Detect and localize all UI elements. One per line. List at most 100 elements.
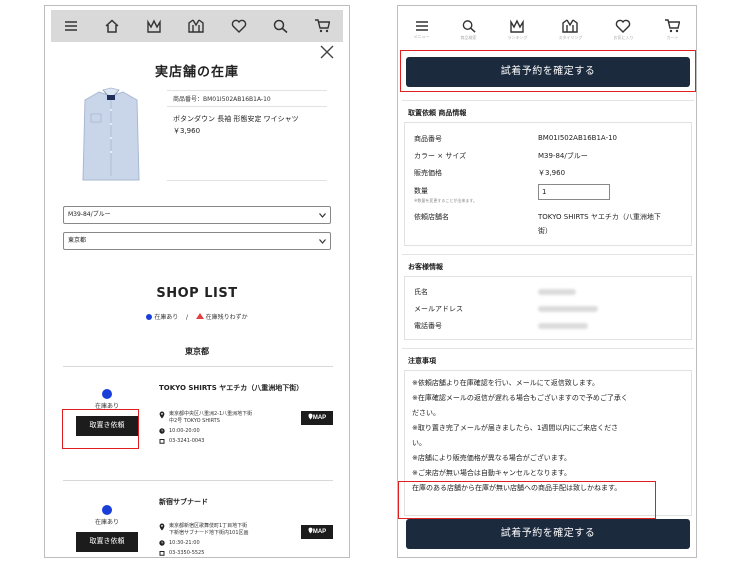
field-label: 商品番号	[414, 135, 442, 143]
store-stock-screen: 実店舗の在庫 商品番号：BM01I502AB16B1A-10 ボタンダウン 長袖…	[44, 5, 350, 558]
shop-hours: 10:00-20:00	[169, 428, 200, 434]
shop-status: 在庫あり 取置き依頼	[63, 389, 151, 436]
page-title: 実店舗の在庫	[154, 65, 239, 80]
field-label: 依頼店舗名	[414, 213, 449, 221]
top-nav	[51, 10, 343, 42]
home-icon[interactable]	[104, 19, 120, 33]
note-line: ※店舗により販売価格が異なる場合がございます。	[412, 454, 572, 462]
in-stock-dot-icon	[102, 505, 112, 515]
notes-list: ※依頼店舗より在庫確認を行い、メールにて返信致します。 ※在庫確認メールの返信が…	[412, 376, 688, 496]
search-icon[interactable]	[273, 19, 288, 33]
shop-address-line: 東京都新宿区歌舞伎町1丁目地下街	[169, 523, 248, 529]
in-stock-dot-icon	[146, 314, 153, 320]
color-size-select[interactable]: M39-84/ブルー	[63, 206, 331, 224]
chevron-down-icon	[319, 213, 326, 218]
nav-search[interactable]: 商品検索	[461, 19, 477, 41]
nav-favorites[interactable]: お気に入り	[613, 19, 633, 41]
field-value: TOKYO SHIRTS ヤエチカ（八重洲地下	[538, 213, 661, 221]
note-line: ださい。	[412, 409, 440, 417]
few-left-triangle-icon	[195, 313, 204, 319]
status-text: 在庫あり	[94, 519, 119, 526]
shop-name: TOKYO SHIRTS ヤエチカ（八重洲地下街）	[159, 384, 304, 392]
note-line: い。	[412, 439, 426, 447]
shop-info: 東京都中央区八重洲2-1八重洲地下街 中2号 TOKYO SHIRTS 10:00…	[159, 411, 252, 448]
phone-icon	[159, 439, 165, 444]
confirm-reservation-button[interactable]: 試着予約を確定する	[406, 57, 690, 87]
nav-styling[interactable]: スタイリング	[558, 19, 582, 41]
note-line: ※在庫確認メールの返信が遅れる場合もございますので予めご了承く	[412, 394, 628, 402]
note-line: ※依頼店舗より在庫確認を行い、メールにて返信致します。	[412, 379, 600, 387]
hold-request-button[interactable]: 取置き依頼	[76, 532, 138, 552]
field-value: 街）	[538, 227, 552, 235]
clock-icon	[159, 428, 165, 434]
map-button[interactable]: MAP	[301, 411, 333, 425]
confirm-reservation-button[interactable]: 試着予約を確定する	[406, 519, 690, 549]
shop-list-title: SHOP LIST	[156, 286, 238, 301]
note-line: ※ご来店が無い場合は自動キャンセルとなります。	[412, 469, 571, 477]
nav-caption: カート	[666, 35, 679, 40]
redacted-value	[538, 289, 576, 295]
menu-icon	[415, 21, 428, 31]
shop-row: 在庫あり 取置き依頼 TOKYO SHIRTS ヤエチカ（八重洲地下街） 東京都…	[63, 366, 333, 478]
nav-caption: 商品検索	[460, 35, 477, 40]
field-label: 氏名	[414, 288, 428, 296]
product-price: ￥3,960	[173, 127, 201, 135]
quantity-label: 数量	[414, 187, 428, 195]
product-name: ボタンダウン 長袖 形態安定 ワイシャツ	[173, 115, 299, 123]
field-value: ￥3,960	[538, 169, 566, 177]
section-title: 注意事項	[408, 357, 436, 365]
field-label: 販売価格	[414, 169, 442, 177]
divider	[402, 100, 694, 101]
shop-phone: 03-3241-0043	[169, 438, 205, 444]
crown-icon[interactable]	[146, 19, 162, 33]
nav-caption: ランキング	[507, 35, 528, 40]
shop-status: 在庫あり 取置き依頼	[63, 505, 151, 552]
nav-caption: スタイリング	[558, 35, 583, 40]
divider	[167, 180, 327, 181]
field-value: BM01I502AB16B1A-10	[538, 134, 617, 142]
quantity-input[interactable]: 1	[538, 184, 610, 200]
section-title: お客様情報	[408, 263, 443, 271]
close-icon[interactable]	[319, 44, 335, 60]
nav-cart[interactable]: カート	[664, 19, 681, 41]
region-select[interactable]: 東京都	[63, 232, 331, 250]
heart-icon	[616, 19, 631, 33]
cart-icon[interactable]	[314, 19, 330, 33]
product-code: 商品番号：BM01I502AB16B1A-10	[173, 96, 271, 103]
product-image	[81, 86, 141, 184]
quantity-note: ※数量を変更することが出来ます。	[414, 198, 477, 203]
menu-icon[interactable]	[64, 20, 78, 32]
shop-hours: 10:30-21:00	[169, 540, 200, 546]
select-value: M39-84/ブルー	[68, 211, 111, 218]
note-line: ※取り置き完了メールが届きましたら、1週間以内にご来店くださ	[412, 424, 619, 432]
field-label: 電話番号	[414, 322, 442, 330]
legend-in-stock: 在庫あり	[154, 314, 179, 321]
shop-name: 新宿サブナード	[159, 498, 208, 506]
redacted-value	[538, 306, 598, 312]
crown-icon	[510, 19, 525, 33]
field-value: M39-84/ブルー	[538, 152, 588, 160]
field-label: メールアドレス	[414, 305, 463, 313]
divider	[402, 348, 694, 349]
hold-request-button[interactable]: 取置き依頼	[76, 416, 138, 436]
jacket-icon	[562, 19, 579, 33]
stock-legend: 在庫あり / 在庫残りわずか	[45, 312, 349, 321]
top-nav: メニュー 商品検索 ランキング スタイリング お気に入り カート	[398, 6, 696, 50]
search-icon	[462, 20, 476, 33]
map-button[interactable]: MAP	[301, 525, 333, 539]
shop-phone: 03-3350-5525	[169, 550, 205, 556]
redacted-value	[538, 323, 588, 329]
map-label: MAP	[312, 529, 327, 535]
nav-ranking[interactable]: ランキング	[507, 19, 528, 41]
shop-info: 東京都新宿区歌舞伎町1丁目地下街 下新宿サブナード地下街内101区画 10:30-…	[159, 523, 249, 557]
nav-caption: お気に入り	[613, 35, 634, 40]
heart-icon[interactable]	[231, 19, 247, 33]
nav-menu[interactable]: メニュー	[414, 20, 430, 40]
legend-separator: /	[185, 314, 189, 321]
reservation-confirm-screen: メニュー 商品検索 ランキング スタイリング お気に入り カート 試着予約を確定…	[397, 5, 697, 558]
shop-address-line: 東京都中央区八重洲2-1八重洲地下街	[169, 411, 253, 417]
shop-row: 在庫あり 取置き依頼 新宿サブナード 東京都新宿区歌舞伎町1丁目地下街 下新宿サブ…	[63, 480, 333, 557]
jacket-icon[interactable]	[188, 19, 205, 33]
clock-icon	[159, 540, 165, 546]
in-stock-dot-icon	[102, 389, 112, 399]
